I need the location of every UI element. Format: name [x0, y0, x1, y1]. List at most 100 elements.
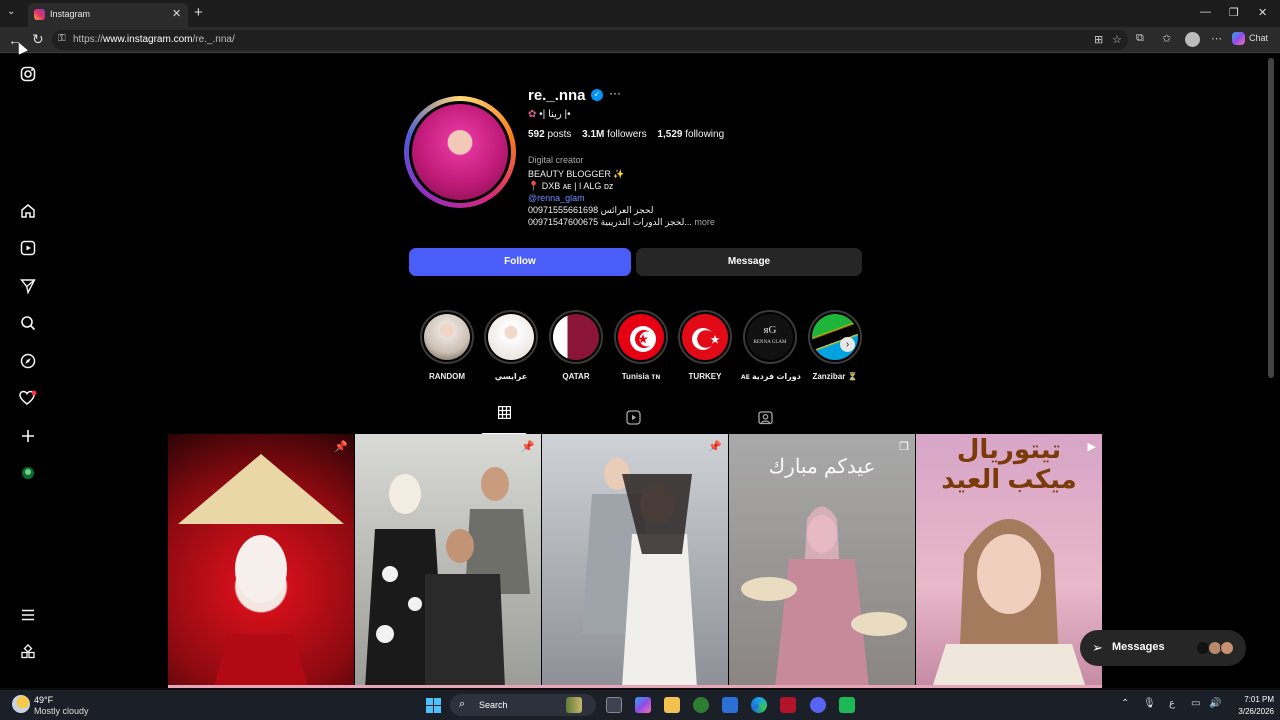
tab-posts[interactable] [482, 406, 526, 434]
weather-temperature[interactable]: 49°F [34, 695, 53, 705]
bio-link[interactable]: @renna_glam [528, 193, 585, 203]
bio-more-link[interactable]: more [694, 217, 715, 227]
post-tile[interactable]: 📌 [168, 434, 354, 688]
renna-glam-logo-icon: ᴙG [763, 324, 777, 336]
bio-line: BEAUTY BLOGGER ✨ [528, 169, 625, 179]
highlight-courses[interactable]: ᴙG RENNA GLAM ᴀᴇ دورات فردية [741, 310, 801, 381]
home-icon[interactable] [17, 203, 39, 225]
bio-line: 00971555661698 لحجز العرائس [528, 205, 654, 215]
post-image [178, 454, 344, 688]
close-tab-icon[interactable]: ✕ [172, 7, 181, 20]
profile-avatar[interactable] [409, 101, 511, 203]
also-from-meta-icon[interactable] [17, 644, 39, 666]
tab-reels[interactable] [626, 410, 641, 428]
extensions-icon[interactable]: ⧉ [1136, 32, 1144, 45]
favorites-icon[interactable]: ✩ [1162, 32, 1171, 45]
pinned-icon: 📌 [521, 441, 535, 453]
more-menu-hamburger-icon[interactable] [17, 607, 39, 629]
microsoft-store-icon[interactable] [722, 697, 738, 713]
profile-category: Digital creator [528, 155, 584, 165]
input-language[interactable]: ع [1169, 698, 1175, 709]
weather-icon[interactable] [12, 695, 30, 713]
discord-icon[interactable] [810, 697, 826, 713]
post-tile[interactable]: 📌 [542, 434, 728, 688]
microphone-icon[interactable]: 🎙 [1143, 698, 1156, 709]
browser-tab-strip: ⌄ Instagram ✕ + — ❐ ✕ [0, 0, 1280, 27]
file-explorer-icon[interactable] [664, 697, 680, 713]
post-image [932, 519, 1086, 688]
highlight-brides[interactable]: عرايسي [482, 310, 540, 381]
post-image [741, 506, 907, 688]
search-icon[interactable] [17, 315, 39, 337]
clock-time[interactable]: 7:01 PM [1234, 695, 1274, 704]
instagram-favicon-icon [34, 9, 45, 20]
display-name: ✿ •| رينا |• [528, 109, 571, 120]
highlights-next-chevron-icon[interactable]: › [840, 337, 855, 352]
instagram-logo-icon[interactable] [17, 66, 39, 88]
explore-compass-icon[interactable] [17, 353, 39, 375]
message-button[interactable]: Message [636, 248, 862, 276]
split-screen-icon[interactable]: ⊞ [1094, 33, 1103, 46]
highlight-tunisia[interactable]: Tunisia ᴛɴ [612, 310, 670, 381]
search-icon: ⌕ [459, 698, 466, 710]
verified-badge-icon: ✓ [591, 89, 603, 101]
copilot-chat-button[interactable]: Chat [1232, 32, 1268, 45]
volume-icon[interactable]: 🔊 [1209, 698, 1221, 709]
restore-icon[interactable]: ❐ [1229, 6, 1239, 19]
reels-icon[interactable] [17, 240, 39, 262]
profile-options-icon[interactable]: ··· [609, 86, 621, 100]
acrobat-icon[interactable] [780, 697, 796, 713]
url-text: https://www.instagram.com/re._.nna/ [73, 34, 235, 45]
highlight-random[interactable]: RANDOM [418, 310, 476, 381]
edge-browser-icon[interactable] [751, 697, 767, 713]
post-tile[interactable]: عيدكم مبارك ❐ [729, 434, 915, 688]
direct-send-icon[interactable] [17, 278, 39, 300]
network-icon[interactable]: ▭ [1191, 698, 1200, 709]
reload-icon[interactable]: ↻ [32, 31, 44, 48]
post-image [365, 467, 530, 688]
highlight-turkey[interactable]: TURKEY [676, 310, 734, 381]
favorite-star-icon[interactable]: ☆ [1112, 33, 1122, 46]
highlight-zanzibar[interactable]: Zanzibar ⏳ [806, 310, 864, 381]
following-stat[interactable]: 1,529 following [657, 129, 724, 140]
browser-profile-avatar[interactable] [1185, 32, 1200, 47]
tab-list-icon[interactable]: ⌄ [7, 6, 15, 17]
post-tile[interactable]: تيتوريال ميكب العيد ▶ [916, 434, 1102, 688]
windows-start-icon[interactable] [426, 698, 441, 713]
windows-taskbar: 49°F Mostly cloudy ⌕ Search ⌃ 🎙 ع ▭ 🔊 7:… [0, 690, 1280, 720]
tab-tagged[interactable] [758, 410, 773, 428]
address-toolbar: ← ↻ ⚿ https://www.instagram.com/re._.nna… [0, 27, 1280, 53]
minimize-icon[interactable]: — [1200, 6, 1211, 18]
tray-overflow-chevron-icon[interactable]: ⌃ [1121, 698, 1129, 709]
tab-title: Instagram [50, 9, 91, 19]
followers-stat[interactable]: 3.1M followers [582, 129, 646, 140]
profile-avatar-icon[interactable] [17, 465, 39, 487]
post-tile[interactable]: 📌 [355, 434, 541, 688]
bio-line-last: 00971547600675 لحجز الدورات التدريبية...… [528, 217, 715, 227]
search-highlight-icon[interactable] [566, 697, 582, 713]
create-plus-icon[interactable] [17, 428, 39, 450]
notifications-heart-icon[interactable] [17, 390, 39, 412]
copilot-app-icon[interactable] [635, 697, 651, 713]
site-info-icon[interactable]: ⚿ [58, 33, 66, 44]
weather-description[interactable]: Mostly cloudy [34, 706, 89, 716]
browser-tab[interactable]: Instagram ✕ [28, 3, 188, 27]
clock-date[interactable]: 3/26/2026 [1226, 707, 1274, 716]
instagram-page: re._.nna ✓ ··· ✿ •| رينا |• 592 posts 3.… [0, 54, 1280, 688]
address-bar[interactable]: ⚿ https://www.instagram.com/re._.nna/ ⊞ … [52, 30, 1128, 50]
message-avatar [1220, 641, 1234, 655]
reel-icon: ▶ [1087, 441, 1096, 453]
more-menu-icon[interactable]: ⋯ [1211, 32, 1222, 45]
copilot-icon [1232, 32, 1245, 45]
grid-icon [497, 406, 511, 420]
follow-button[interactable]: Follow [409, 248, 631, 276]
new-tab-icon[interactable]: + [194, 4, 203, 21]
page-scrollbar[interactable] [1268, 58, 1274, 378]
sidebar [0, 54, 56, 688]
xbox-icon[interactable] [693, 697, 709, 713]
app-icon[interactable] [839, 697, 855, 713]
close-window-icon[interactable]: ✕ [1258, 6, 1267, 19]
highlight-qatar[interactable]: QATAR [547, 310, 605, 381]
messages-button[interactable]: ➢ Messages [1080, 630, 1246, 666]
task-view-icon[interactable] [606, 697, 622, 713]
